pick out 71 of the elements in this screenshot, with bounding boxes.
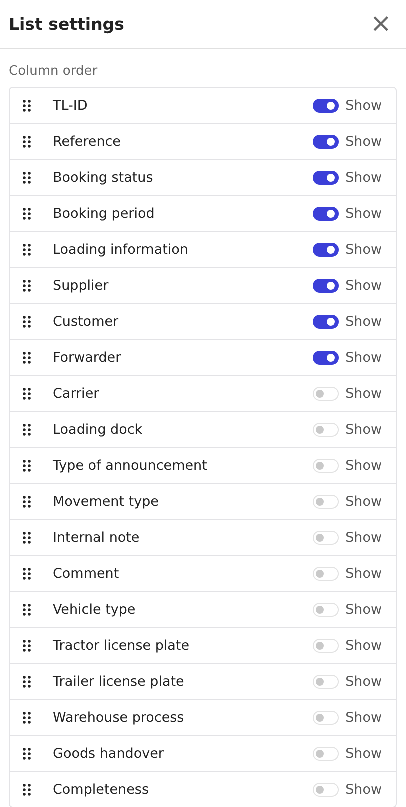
drag-handle-icon[interactable] <box>23 496 31 508</box>
show-toggle[interactable] <box>312 242 339 256</box>
toggle-label: Show <box>346 278 382 294</box>
show-toggle[interactable] <box>312 134 339 148</box>
toggle-label: Show <box>346 566 382 582</box>
drag-handle-icon[interactable] <box>23 244 31 256</box>
drag-handle-icon[interactable] <box>23 784 31 796</box>
drag-handle-icon[interactable] <box>23 748 31 760</box>
column-name: Loading information <box>53 242 190 258</box>
column-name: Comment <box>53 566 120 582</box>
toggle-label: Show <box>346 638 382 654</box>
drag-handle-icon[interactable] <box>23 352 31 364</box>
toggle-label: Show <box>346 386 382 402</box>
show-toggle[interactable] <box>312 206 339 220</box>
column-name: Internal note <box>53 530 141 546</box>
column-name: Completeness <box>53 782 150 798</box>
toggle-label: Show <box>346 422 382 438</box>
show-toggle[interactable] <box>312 350 339 364</box>
column-name: Goods handover <box>53 746 165 762</box>
toggle-label: Show <box>346 602 382 618</box>
section-label: Column order <box>8 63 99 81</box>
toggle-label: Show <box>346 206 382 222</box>
show-toggle[interactable] <box>312 170 339 184</box>
column-name: Tractor license plate <box>53 638 191 654</box>
drag-handle-icon[interactable] <box>23 280 31 292</box>
toggle-label: Show <box>346 494 382 510</box>
drag-handle-icon[interactable] <box>23 568 31 580</box>
show-toggle[interactable] <box>312 278 339 292</box>
column-name: Type of announcement <box>53 458 208 474</box>
column-name: Trailer license plate <box>53 674 186 690</box>
toggle-label: Show <box>346 134 382 150</box>
drag-handle-icon[interactable] <box>23 136 31 148</box>
column-name: Booking period <box>53 206 156 222</box>
drag-handle-icon[interactable] <box>23 676 31 688</box>
toggle-label: Show <box>346 98 382 114</box>
toggle-label: Show <box>346 242 382 258</box>
column-name: Reference <box>53 134 122 150</box>
column-name: Forwarder <box>53 350 122 366</box>
drag-handle-icon[interactable] <box>23 208 31 220</box>
drag-handle-icon[interactable] <box>23 388 31 400</box>
column-name: Movement type <box>53 494 160 510</box>
drag-handle-icon[interactable] <box>23 712 31 724</box>
drag-handle-icon[interactable] <box>23 172 31 184</box>
show-toggle[interactable] <box>312 314 339 328</box>
column-name: Vehicle type <box>53 602 137 618</box>
toggle-label: Show <box>346 170 382 186</box>
toggle-label: Show <box>346 782 382 798</box>
drag-handle-icon[interactable] <box>23 316 31 328</box>
toggle-label: Show <box>346 746 382 762</box>
drag-handle-icon[interactable] <box>23 532 31 544</box>
column-name: Booking status <box>53 170 154 186</box>
column-name: Supplier <box>53 278 110 294</box>
toggle-label: Show <box>346 530 382 546</box>
toggle-label: Show <box>346 314 382 330</box>
column-name: Loading dock <box>53 422 144 438</box>
close-button[interactable]: × <box>364 11 398 37</box>
toggle-label: Show <box>346 710 382 726</box>
column-name: TL-ID <box>53 98 89 114</box>
drag-handle-icon[interactable] <box>23 100 31 112</box>
column-name: Warehouse process <box>53 710 186 726</box>
drag-handle-icon[interactable] <box>23 604 31 616</box>
column-name: Carrier <box>53 386 100 402</box>
toggle-label: Show <box>346 458 382 474</box>
toggle-label: Show <box>346 350 382 366</box>
drag-handle-icon[interactable] <box>23 424 31 436</box>
drag-handle-icon[interactable] <box>23 640 31 652</box>
show-toggle[interactable] <box>312 98 339 112</box>
drag-handle-icon[interactable] <box>23 460 31 472</box>
toggle-label: Show <box>346 674 382 690</box>
panel-title: List settings <box>9 14 124 34</box>
column-name: Customer <box>53 314 120 330</box>
